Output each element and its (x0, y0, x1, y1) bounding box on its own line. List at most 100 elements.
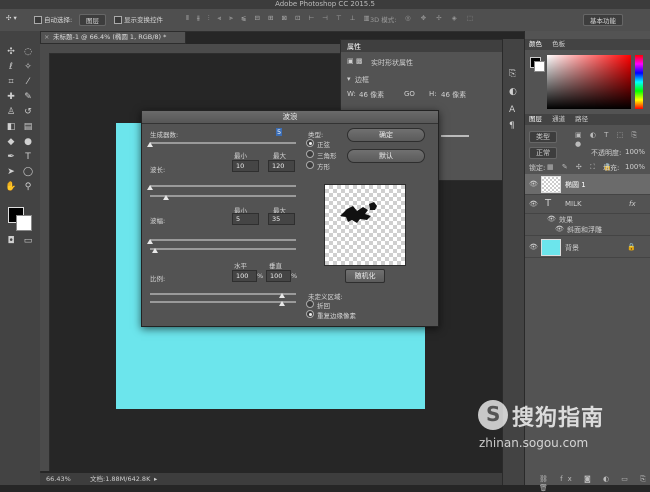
link-icon[interactable]: GO (404, 90, 415, 98)
layer-kind-filter[interactable]: 类型 (529, 131, 557, 143)
eraser-icon[interactable]: ◧ (4, 121, 18, 133)
fill-value[interactable]: 100% (625, 163, 645, 171)
repeat-edge-radio[interactable] (306, 310, 314, 318)
tab-layers[interactable]: 图层 (529, 115, 542, 123)
wrap-around-radio[interactable] (306, 300, 314, 308)
paragraph-panel-icon[interactable]: ¶ (509, 121, 515, 131)
zoom-level[interactable]: 66.43% (46, 473, 71, 485)
pen-icon[interactable]: ✒ (4, 151, 18, 163)
section-collapse-icon[interactable]: ▾ (347, 75, 351, 83)
wavelength-max-thumb[interactable] (163, 195, 169, 200)
hand-icon[interactable]: ✋ (4, 181, 18, 193)
visibility-eye-icon[interactable]: 👁 (529, 200, 538, 208)
align-icons[interactable]: ⫴ ⫵ ⫶ ⫷ ⫸ ⫹ ⊟ ⊞ ⊠ ⊡ ⊢ ⊣ ⊤ ⊥ ▥ (186, 14, 373, 23)
wavelength-min-field[interactable]: 10 (232, 160, 259, 172)
default-button[interactable]: 默认 (347, 149, 425, 163)
crop-icon[interactable]: ⌗ (4, 76, 18, 88)
horizontal-ruler[interactable] (40, 44, 340, 54)
auto-select-dropdown[interactable]: 图层 (79, 14, 106, 26)
type-square-radio[interactable] (306, 161, 314, 169)
visibility-eye-icon[interactable]: 👁 (555, 225, 564, 233)
brush-icon[interactable]: ✎ (21, 91, 35, 103)
effects-row[interactable]: 👁 效果 (525, 214, 650, 224)
generators-slider[interactable] (150, 142, 296, 144)
ok-button[interactable]: 确定 (347, 128, 425, 142)
effect-item-row[interactable]: 👁 斜面和浮雕 (525, 224, 650, 236)
scale-horizontal-thumb[interactable] (279, 293, 285, 298)
quick-mask-icon[interactable]: ◘ (4, 235, 18, 247)
wave-preview[interactable] (324, 184, 406, 266)
tab-paths[interactable]: 路径 (575, 115, 588, 123)
scale-vertical-slider[interactable] (150, 301, 296, 303)
adjustments-panel-icon[interactable]: ◐ (509, 87, 517, 97)
properties-tab[interactable]: 属性 (347, 42, 361, 52)
scale-vertical-field[interactable]: 100 (266, 270, 291, 282)
healing-icon[interactable]: ✚ (4, 91, 18, 103)
layer-row[interactable]: 👁 背景 🔒 (525, 237, 650, 258)
stamp-icon[interactable]: ♙ (4, 106, 18, 118)
blur-icon[interactable]: ◆ (4, 136, 18, 148)
width-value[interactable]: 46 像素 (359, 90, 384, 100)
randomize-button[interactable]: 随机化 (345, 269, 385, 283)
vertical-ruler[interactable] (40, 53, 50, 471)
generators-value[interactable]: 5 (276, 128, 283, 136)
lasso-icon[interactable]: ℓ (4, 61, 18, 73)
wavelength-max-slider[interactable] (150, 195, 296, 197)
visibility-eye-icon[interactable]: 👁 (529, 180, 538, 188)
stroke-line[interactable] (441, 135, 469, 137)
status-arrow-icon[interactable]: ▸ (154, 473, 157, 485)
type-triangle-radio[interactable] (306, 150, 314, 158)
amplitude-min-thumb[interactable] (147, 239, 153, 244)
background-color-chip[interactable] (534, 61, 545, 72)
show-transform-checkbox[interactable]: 显示变换控件 (114, 14, 163, 24)
marquee-icon[interactable]: ◌ (21, 46, 35, 58)
amplitude-max-field[interactable]: 35 (268, 213, 295, 225)
layer-row[interactable]: 👁 T MILK fx (525, 195, 650, 214)
amplitude-min-field[interactable]: 5 (232, 213, 259, 225)
amplitude-min-slider[interactable] (150, 239, 296, 241)
tab-color[interactable]: 颜色 (529, 40, 542, 48)
history-brush-icon[interactable]: ↺ (21, 106, 35, 118)
wavelength-min-slider[interactable] (150, 185, 296, 187)
background-color-swatch[interactable] (16, 215, 32, 231)
scale-horizontal-field[interactable]: 100 (232, 270, 257, 282)
generators-slider-thumb[interactable] (147, 142, 153, 147)
move-icon[interactable]: ✣ (4, 46, 18, 58)
layer-row[interactable]: 👁 椭圆 1 (525, 174, 650, 195)
history-panel-icon[interactable]: ⎘ (509, 69, 516, 79)
document-tab[interactable]: 未标题-1 @ 66.4% (椭圆 1, RGB/8) * × (40, 31, 186, 44)
workspace-dropdown[interactable]: 基本功能 (583, 14, 623, 26)
visibility-eye-icon[interactable]: 👁 (547, 215, 556, 223)
opacity-value[interactable]: 100% (625, 148, 645, 156)
layers-footer-icons[interactable]: ⛓ fx ◙ ◐ ▭ ⎘ 🗑 (539, 475, 650, 492)
auto-select-checkbox[interactable]: 自动选择: (34, 14, 72, 24)
gradient-icon[interactable]: ▤ (21, 121, 35, 133)
hue-slider[interactable] (635, 55, 643, 109)
path-select-icon[interactable]: ➤ (4, 166, 18, 178)
blend-mode-dropdown[interactable]: 正常 (529, 147, 557, 159)
ellipse-icon[interactable]: ◯ (21, 166, 35, 178)
wavelength-max-field[interactable]: 120 (268, 160, 295, 172)
visibility-eye-icon[interactable]: 👁 (529, 243, 538, 251)
type-icon[interactable]: T (21, 151, 35, 163)
wavelength-min-thumb[interactable] (147, 185, 153, 190)
eyedropper-icon[interactable]: ⁄ (21, 76, 35, 88)
scale-vertical-thumb[interactable] (279, 301, 285, 306)
tab-channels[interactable]: 通道 (552, 115, 565, 123)
zoom-icon[interactable]: ⚲ (21, 181, 35, 193)
scale-horizontal-slider[interactable] (150, 293, 296, 295)
tab-swatches[interactable]: 色板 (552, 40, 565, 48)
screen-mode-icon[interactable]: ▭ (21, 235, 35, 247)
document-info[interactable]: 文档:1.88M/642.8K (90, 473, 150, 485)
layer-filter-icons[interactable]: ▣ ◐ T ⬚ ⎘ ● (575, 131, 650, 148)
color-picker-field[interactable] (547, 55, 631, 109)
close-tab-icon[interactable]: × (44, 32, 49, 43)
move-tool-icon[interactable]: ✣ ▾ (6, 14, 17, 22)
3d-icons[interactable]: ◎ ✥ ✢ ◈ ⬚ (405, 14, 477, 22)
dodge-icon[interactable]: ● (21, 136, 35, 148)
magic-wand-icon[interactable]: ✧ (21, 61, 35, 73)
character-panel-icon[interactable]: A (509, 105, 515, 115)
type-sine-radio[interactable] (306, 139, 314, 147)
layer-fx-icon[interactable]: fx (629, 200, 636, 208)
height-value[interactable]: 46 像素 (441, 90, 466, 100)
